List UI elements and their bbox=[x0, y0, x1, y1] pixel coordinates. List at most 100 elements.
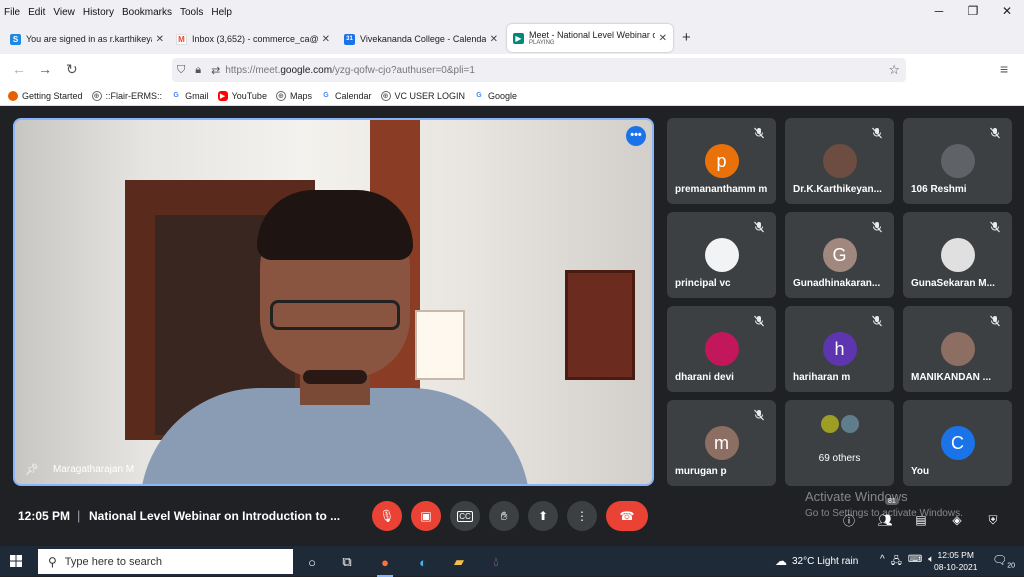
menu-bookmarks[interactable]: Bookmarks bbox=[118, 7, 176, 18]
present-screen-button[interactable]: ⬆ bbox=[528, 501, 558, 531]
language-icon[interactable]: ⌨ bbox=[908, 554, 922, 571]
main-video-tile[interactable]: ••• 📌︎ Maragatharajan M bbox=[13, 118, 654, 486]
participant-tile[interactable]: h hariharan m bbox=[785, 306, 894, 392]
chat-button[interactable]: ▤ bbox=[912, 511, 930, 529]
reload-icon[interactable]: ↻ bbox=[66, 61, 78, 78]
room-window bbox=[415, 310, 465, 380]
network-icon[interactable]: 🖧︎ bbox=[891, 554, 902, 571]
menu-tools[interactable]: Tools bbox=[176, 7, 207, 18]
globe-icon: ⊕ bbox=[91, 90, 102, 101]
menu-file[interactable]: File bbox=[0, 7, 24, 18]
activities-button[interactable]: ◈ bbox=[948, 511, 966, 529]
tab-meet[interactable]: ▶ Meet - National Level Webinar o PLAYIN… bbox=[507, 24, 673, 52]
restore-icon[interactable]: ❐ bbox=[956, 0, 990, 24]
captions-icon: CC bbox=[457, 510, 473, 522]
close-tab-icon[interactable]: ✕ bbox=[156, 34, 164, 45]
meet-icon: ▶ bbox=[513, 32, 524, 44]
taskbar-clock[interactable]: 12:05 PM 08-10-2021 bbox=[934, 549, 977, 573]
mic-toggle-button[interactable]: 🎙︎ bbox=[372, 501, 402, 531]
leave-call-button[interactable]: ☎ bbox=[606, 501, 648, 531]
participant-tile[interactable]: dharani devi bbox=[667, 306, 776, 392]
bookmark-star-icon[interactable]: ☆ bbox=[888, 62, 900, 78]
bookmark-flair-erms[interactable]: ⊕::Flair-ERMS:: bbox=[91, 90, 163, 101]
camera-toggle-button[interactable]: ▣ bbox=[411, 501, 441, 531]
cortana-icon[interactable]: ○ bbox=[302, 552, 322, 572]
tab-inbox[interactable]: M Inbox (3,652) - commerce_ca@ ✕ bbox=[170, 26, 336, 52]
participant-tile[interactable]: C You bbox=[903, 400, 1012, 486]
participant-name: You bbox=[911, 466, 930, 477]
more-options-control[interactable]: ⋮ bbox=[567, 501, 597, 531]
menu-help[interactable]: Help bbox=[207, 7, 236, 18]
close-tab-icon[interactable]: ✕ bbox=[659, 33, 667, 44]
menu-edit[interactable]: Edit bbox=[24, 7, 49, 18]
separator: | bbox=[77, 508, 81, 523]
close-tab-icon[interactable]: ✕ bbox=[490, 34, 498, 45]
mic-muted-icon bbox=[989, 126, 1001, 139]
avatar bbox=[822, 144, 857, 178]
notification-center-icon[interactable]: 🗨︎20 bbox=[992, 553, 1015, 569]
close-tab-icon[interactable]: ✕ bbox=[322, 34, 330, 45]
url-prefix: https://meet. bbox=[225, 64, 281, 76]
file-explorer-icon[interactable]: ▰ bbox=[449, 552, 469, 572]
participant-tile[interactable]: 69 others bbox=[785, 400, 894, 486]
participant-tile[interactable]: 106 Reshmi bbox=[903, 118, 1012, 204]
mic-muted-icon bbox=[989, 220, 1001, 233]
edge-icon[interactable]: ◐ bbox=[413, 552, 433, 572]
bookmark-youtube[interactable]: ▶ YouTube bbox=[217, 90, 267, 101]
task-view-icon[interactable]: ⧉ bbox=[337, 552, 357, 572]
participant-tile[interactable]: m murugan p bbox=[667, 400, 776, 486]
participant-tile[interactable]: G Gunadhinakaran... bbox=[785, 212, 894, 298]
bookmark-google[interactable]: G Google bbox=[474, 90, 517, 101]
avatar bbox=[940, 144, 975, 178]
present-icon: ⬆ bbox=[537, 509, 549, 523]
new-tab-button[interactable]: + bbox=[682, 29, 691, 46]
menu-view[interactable]: View bbox=[49, 7, 79, 18]
taskbar-search[interactable]: ⚲ Type here to search bbox=[38, 549, 293, 574]
info-icon: ⓘ bbox=[842, 513, 855, 528]
more-vertical-icon: ⋮ bbox=[576, 509, 588, 523]
participant-tile[interactable]: p premananthamm m bbox=[667, 118, 776, 204]
bookmark-getting-started[interactable]: Getting Started bbox=[8, 90, 83, 101]
lock-icon[interactable]: 🔒︎ bbox=[195, 64, 201, 77]
tab-label: Inbox (3,652) - commerce_ca@ bbox=[192, 34, 318, 44]
menu-history[interactable]: History bbox=[79, 7, 118, 18]
bookmark-gmail[interactable]: G Gmail bbox=[171, 90, 209, 101]
participant-tile[interactable]: GunaSekaran M... bbox=[903, 212, 1012, 298]
bookmark-calendar[interactable]: G Calendar bbox=[320, 90, 372, 101]
others-avatars bbox=[819, 414, 860, 434]
bookmark-vc-user-login[interactable]: ⊕ VC USER LOGIN bbox=[380, 90, 465, 101]
shield-icon[interactable]: ⛉ bbox=[177, 64, 185, 77]
weather-widget[interactable]: ☁ 32°C Light rain bbox=[775, 554, 858, 568]
address-bar[interactable]: ⛉ 🔒︎ ⇄ https://meet.google.com/yzg-qofw-… bbox=[172, 58, 906, 82]
avatar: h bbox=[822, 332, 857, 366]
close-icon[interactable]: ✕ bbox=[990, 0, 1024, 24]
host-controls-button[interactable]: ⛨ bbox=[984, 511, 1002, 529]
captions-button[interactable]: CC bbox=[450, 501, 480, 531]
hand-icon: ✋︎ bbox=[500, 508, 508, 523]
windows-start-icon[interactable] bbox=[10, 555, 22, 567]
mic-muted-icon bbox=[871, 220, 883, 233]
bookmark-maps[interactable]: ⊕ Maps bbox=[275, 90, 312, 101]
more-options-button[interactable]: ••• bbox=[626, 126, 646, 146]
speaker-hair bbox=[257, 190, 413, 260]
participant-tile[interactable]: Dr.K.Karthikeyan... bbox=[785, 118, 894, 204]
people-button[interactable]: 👥︎ bbox=[876, 511, 894, 529]
pin-icon[interactable]: 📌︎ bbox=[25, 463, 39, 476]
hamburger-menu-icon[interactable]: ≡ bbox=[1000, 61, 1008, 77]
paint-app-icon[interactable]: 💧︎ bbox=[486, 552, 506, 572]
raise-hand-button[interactable]: ✋︎ bbox=[489, 501, 519, 531]
firefox-taskbar-icon[interactable]: ● bbox=[375, 552, 395, 577]
chevron-up-icon[interactable]: ^ bbox=[880, 554, 885, 571]
back-arrow-icon[interactable]: ← bbox=[12, 61, 26, 77]
permissions-icon[interactable]: ⇄ bbox=[211, 64, 220, 77]
meet-stage: ••• 📌︎ Maragatharajan M p premananthamm m… bbox=[0, 106, 1024, 546]
meeting-details-button[interactable]: ⓘ bbox=[840, 511, 858, 529]
tab-calendar[interactable]: 31 Vivekananda College - Calendar ✕ bbox=[338, 26, 504, 52]
minimize-icon[interactable]: ─ bbox=[922, 0, 956, 24]
participant-tile[interactable]: principal vc bbox=[667, 212, 776, 298]
bookmark-label: ::Flair-ERMS:: bbox=[105, 90, 163, 101]
gmail-icon: M bbox=[176, 33, 187, 45]
tab-signed-in[interactable]: S You are signed in as r.karthikeya ✕ bbox=[4, 26, 170, 52]
forward-arrow-icon[interactable]: → bbox=[38, 61, 52, 77]
participant-tile[interactable]: MANIKANDAN ... bbox=[903, 306, 1012, 392]
